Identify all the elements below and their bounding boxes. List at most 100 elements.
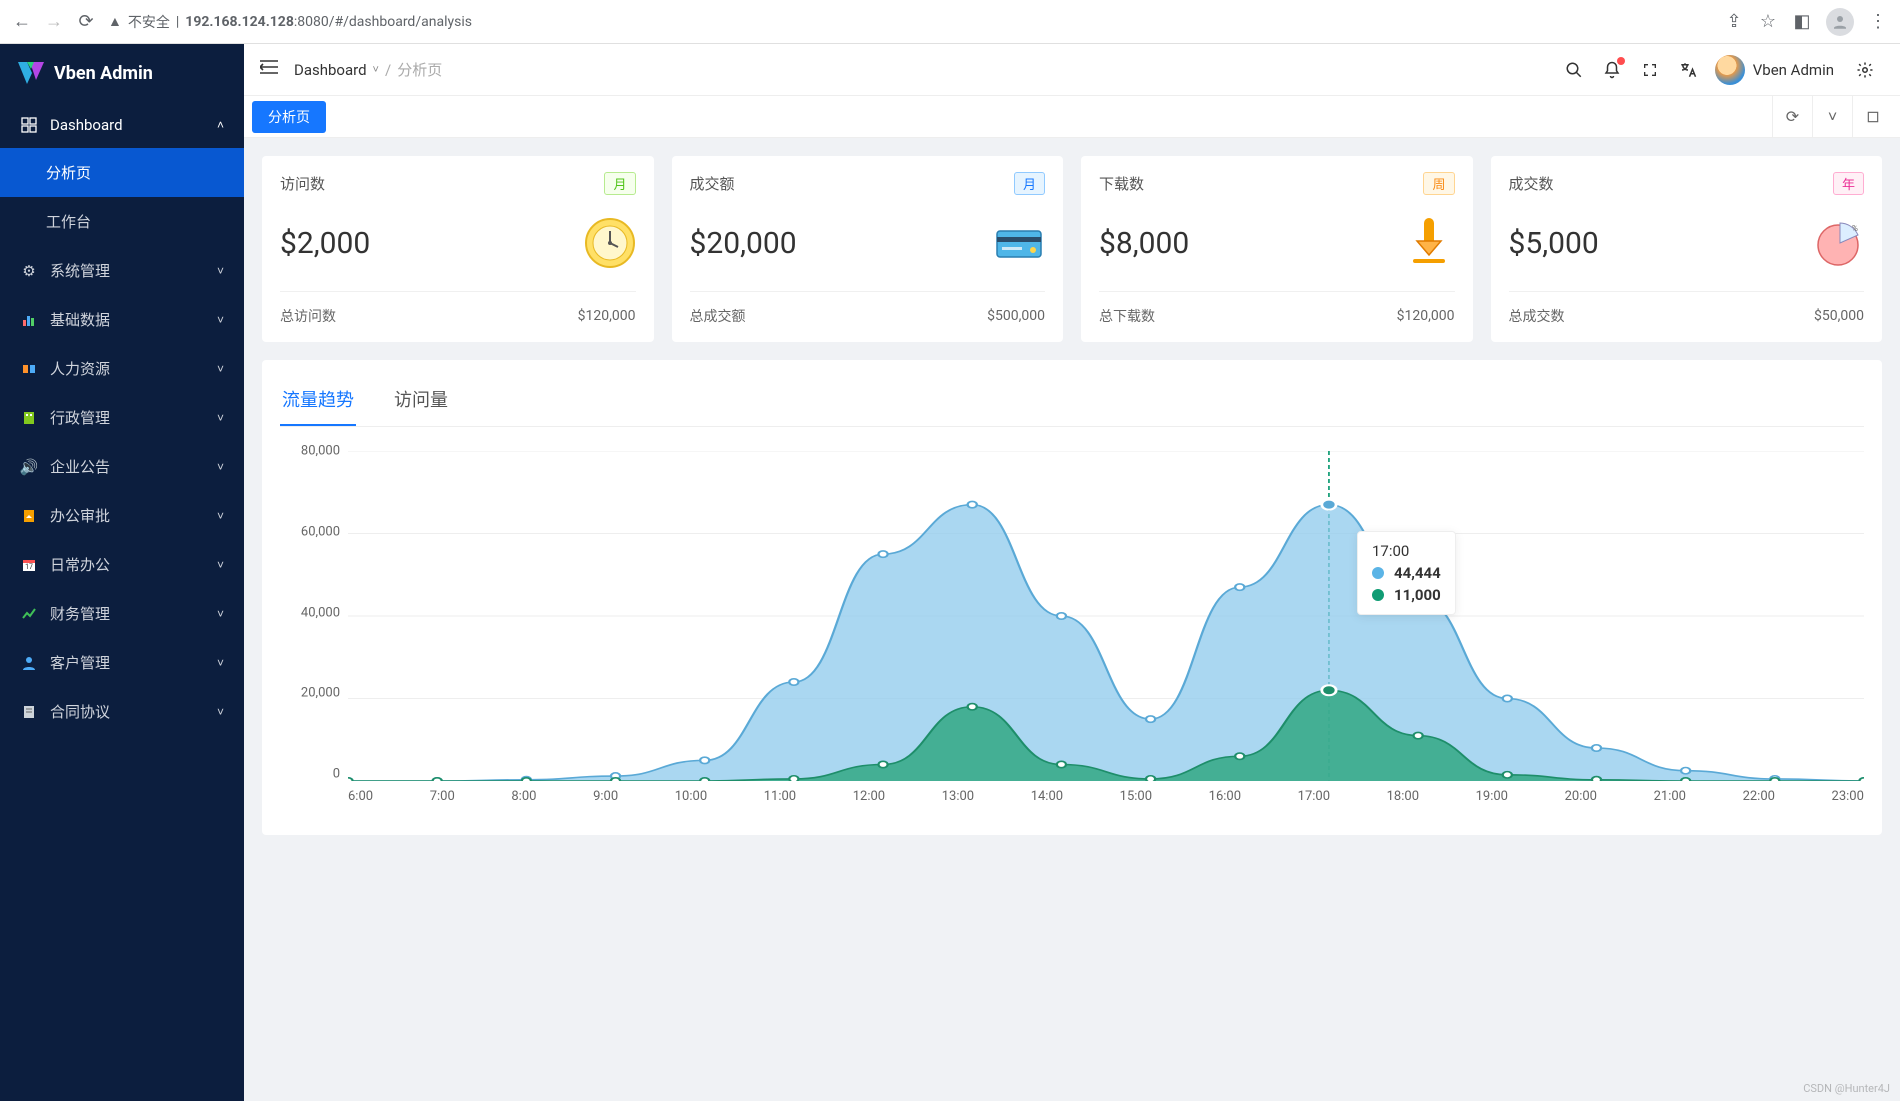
breadcrumb-root[interactable]: Dashboard [294,61,367,79]
address-bar[interactable]: ▲ 不安全 | 192.168.124.128:8080/#/dashboard… [108,8,1712,36]
bell-icon[interactable] [1601,59,1623,81]
sidebar-subitem-analysis[interactable]: 分析页 [0,148,244,197]
card-title: 下载数 [1099,173,1144,194]
card-turnover: 成交额 月 $20,000 总成交额 $500,000 [672,156,1064,342]
url-port: :8080 [294,14,329,30]
card-title: 成交数 [1509,173,1554,194]
card-foot-label: 总成交数 [1509,306,1565,326]
page-tab-active[interactable]: 分析页 [252,101,326,133]
sidebar-item-notice[interactable]: 🔊 企业公告 ˅ [0,442,244,491]
collapse-sidebar-button[interactable] [260,59,278,80]
url-host: 192.168.124.128 [185,14,294,30]
sidebar-item-contract[interactable]: 合同协议 ˅ [0,687,244,736]
tab-dropdown-button[interactable]: ˅ [1812,96,1852,138]
chevron-down-icon: ˅ [217,705,224,719]
sidebar-item-daily[interactable]: 17 日常办公 ˅ [0,540,244,589]
tooltip-value-1: 44,444 [1394,564,1441,582]
bookmark-icon[interactable]: ☆ [1758,12,1778,32]
card-value: $8,000 [1099,226,1189,261]
card-foot-value: $120,000 [1397,308,1455,324]
chevron-down-icon: ˅ [217,509,224,523]
sidebar-subitem-workbench[interactable]: 工作台 [0,197,244,246]
card-foot-label: 总成交额 [690,306,746,326]
card-title: 访问数 [280,173,325,194]
reload-button[interactable]: ⟳ [76,12,96,32]
brand-name: Vben Admin [54,63,153,84]
kebab-menu-icon[interactable]: ⋮ [1868,12,1888,32]
tab-fullscreen-button[interactable] [1852,96,1892,138]
watermark: CSDN @Hunter4J [1803,1082,1890,1095]
svg-text:17: 17 [25,563,33,571]
card-badge: 月 [1014,172,1045,195]
card-title: 成交额 [690,173,735,194]
search-icon[interactable] [1563,59,1585,81]
stat-cards: 访问数 月 $2,000 总访问数 $120,000 成交额 [262,156,1882,342]
card-badge: 年 [1833,172,1864,195]
tooltip-dot-1 [1372,567,1384,579]
page-tabs: 分析页 ⟳ ˅ [244,96,1900,138]
stats-icon [20,605,38,623]
chevron-down-icon: ˅ [217,558,224,572]
logo-icon [18,62,44,84]
tooltip-dot-2 [1372,589,1384,601]
sidebar-item-finance[interactable]: 财务管理 ˅ [0,589,244,638]
sidebar-item-system[interactable]: ⚙ 系统管理 ˅ [0,246,244,295]
card-foot-label: 总下载数 [1099,306,1155,326]
chart-svg [348,451,1864,781]
settings-icon[interactable] [1854,59,1876,81]
sidebar-item-customer[interactable]: 客户管理 ˅ [0,638,244,687]
chevron-down-icon: ˅ [217,411,224,425]
card-badge: 月 [604,172,635,195]
sidebar-item-approval[interactable]: 办公审批 ˅ [0,491,244,540]
chevron-down-icon: ˅ [217,656,224,670]
card-value: $5,000 [1509,226,1599,261]
card-foot-value: $500,000 [987,308,1045,324]
sidebar-item-basedata[interactable]: 基础数据 ˅ [0,295,244,344]
chart-tabs: 流量趋势 访问量 [280,374,1864,427]
gear-icon: ⚙ [20,262,38,280]
brand[interactable]: Vben Admin [0,44,244,102]
chevron-down-icon: ˅ [217,607,224,621]
share-icon[interactable]: ⇪ [1724,12,1744,32]
sidebar-item-dashboard[interactable]: Dashboard ˄ [0,102,244,148]
sidebar-item-admin[interactable]: 行政管理 ˅ [0,393,244,442]
sidebar-item-hr[interactable]: 人力资源 ˅ [0,344,244,393]
translate-icon[interactable] [1677,59,1699,81]
card-foot-value: $50,000 [1814,308,1864,324]
chevron-down-icon: ˅ [217,460,224,474]
card-value: $20,000 [690,226,797,261]
tooltip-value-2: 11,000 [1394,586,1441,604]
chevron-up-icon: ˄ [217,118,224,132]
card-downloads: 下载数 周 $8,000 总下载数 $120,000 [1081,156,1473,342]
username[interactable]: Vben Admin [1753,61,1834,79]
chrome-profile-avatar[interactable] [1826,8,1854,36]
dashboard-icon [20,116,38,134]
tooltip-time: 17:00 [1372,542,1441,560]
app-header: Dashboard ˅ / 分析页 Vben Admin [244,44,1900,96]
tab-visits[interactable]: 访问量 [392,374,450,426]
chart-x-axis: 6:007:008:009:0010:0011:0012:0013:0014:0… [348,789,1864,804]
url-path: /#/dashboard/analysis [329,14,472,30]
fullscreen-icon[interactable] [1639,59,1661,81]
insecure-label: 不安全 [128,12,170,32]
back-button[interactable]: ← [12,12,32,32]
tab-reload-button[interactable]: ⟳ [1772,96,1812,138]
tab-traffic-trend[interactable]: 流量趋势 [280,374,356,426]
chevron-down-icon: ˅ [373,63,379,76]
chevron-down-icon: ˅ [217,264,224,278]
breadcrumb-page: 分析页 [397,59,442,80]
chart-tooltip: 17:00 44,444 11,000 [1357,531,1456,615]
chevron-down-icon: ˅ [217,362,224,376]
card-visits: 访问数 月 $2,000 总访问数 $120,000 [262,156,654,342]
user-avatar[interactable] [1715,55,1745,85]
chart-y-axis: 80,00060,00040,00020,0000 [280,451,340,789]
document-icon [20,703,38,721]
sidebar: Vben Admin Dashboard ˄ 分析页 工作台 ⚙ 系统管理 ˅ … [0,44,244,1101]
people-icon [20,360,38,378]
card-foot-value: $120,000 [578,308,636,324]
forward-button[interactable]: → [44,12,64,32]
panel-icon[interactable]: ◧ [1792,12,1812,32]
chart-bar-icon [20,311,38,329]
chart-area[interactable]: 80,00060,00040,00020,0000 17:00 44,444 1… [280,451,1864,811]
pie-icon: % [1812,217,1864,269]
